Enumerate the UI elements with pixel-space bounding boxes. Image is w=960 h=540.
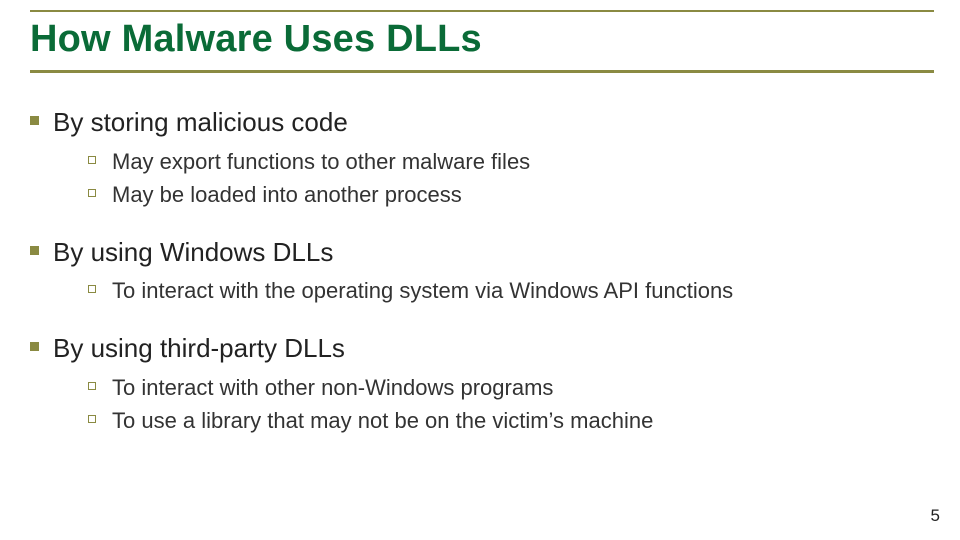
sub-bullets: May export functions to other malware fi… bbox=[88, 147, 930, 210]
bullet-level1: By using Windows DLLs bbox=[30, 236, 930, 269]
slide-title: How Malware Uses DLLs bbox=[30, 18, 482, 61]
bullet-text: May be loaded into another process bbox=[112, 180, 462, 210]
open-square-bullet-icon bbox=[88, 382, 96, 390]
slide-content: By storing malicious code May export fun… bbox=[30, 100, 930, 462]
bullet-heading: By using Windows DLLs bbox=[53, 236, 333, 269]
bullet-text: May export functions to other malware fi… bbox=[112, 147, 530, 177]
open-square-bullet-icon bbox=[88, 415, 96, 423]
bullet-text: To use a library that may not be on the … bbox=[112, 406, 653, 436]
bullet-level2: To interact with other non-Windows progr… bbox=[88, 373, 930, 403]
bullet-level1: By using third-party DLLs bbox=[30, 332, 930, 365]
bullet-level2: May be loaded into another process bbox=[88, 180, 930, 210]
open-square-bullet-icon bbox=[88, 156, 96, 164]
sub-bullets: To interact with other non-Windows progr… bbox=[88, 373, 930, 436]
bullet-level2: May export functions to other malware fi… bbox=[88, 147, 930, 177]
slide: How Malware Uses DLLs By storing malicio… bbox=[0, 0, 960, 540]
bullet-text: To interact with the operating system vi… bbox=[112, 276, 733, 306]
bullet-level2: To interact with the operating system vi… bbox=[88, 276, 930, 306]
square-bullet-icon bbox=[30, 246, 39, 255]
bullet-level1: By storing malicious code bbox=[30, 106, 930, 139]
sub-bullets: To interact with the operating system vi… bbox=[88, 276, 930, 306]
title-rule-top bbox=[30, 10, 934, 12]
square-bullet-icon bbox=[30, 116, 39, 125]
square-bullet-icon bbox=[30, 342, 39, 351]
bullet-heading: By using third-party DLLs bbox=[53, 332, 345, 365]
bullet-level2: To use a library that may not be on the … bbox=[88, 406, 930, 436]
title-rule-bottom bbox=[30, 70, 934, 73]
bullet-heading: By storing malicious code bbox=[53, 106, 348, 139]
bullet-text: To interact with other non-Windows progr… bbox=[112, 373, 553, 403]
open-square-bullet-icon bbox=[88, 189, 96, 197]
open-square-bullet-icon bbox=[88, 285, 96, 293]
page-number: 5 bbox=[931, 506, 940, 526]
